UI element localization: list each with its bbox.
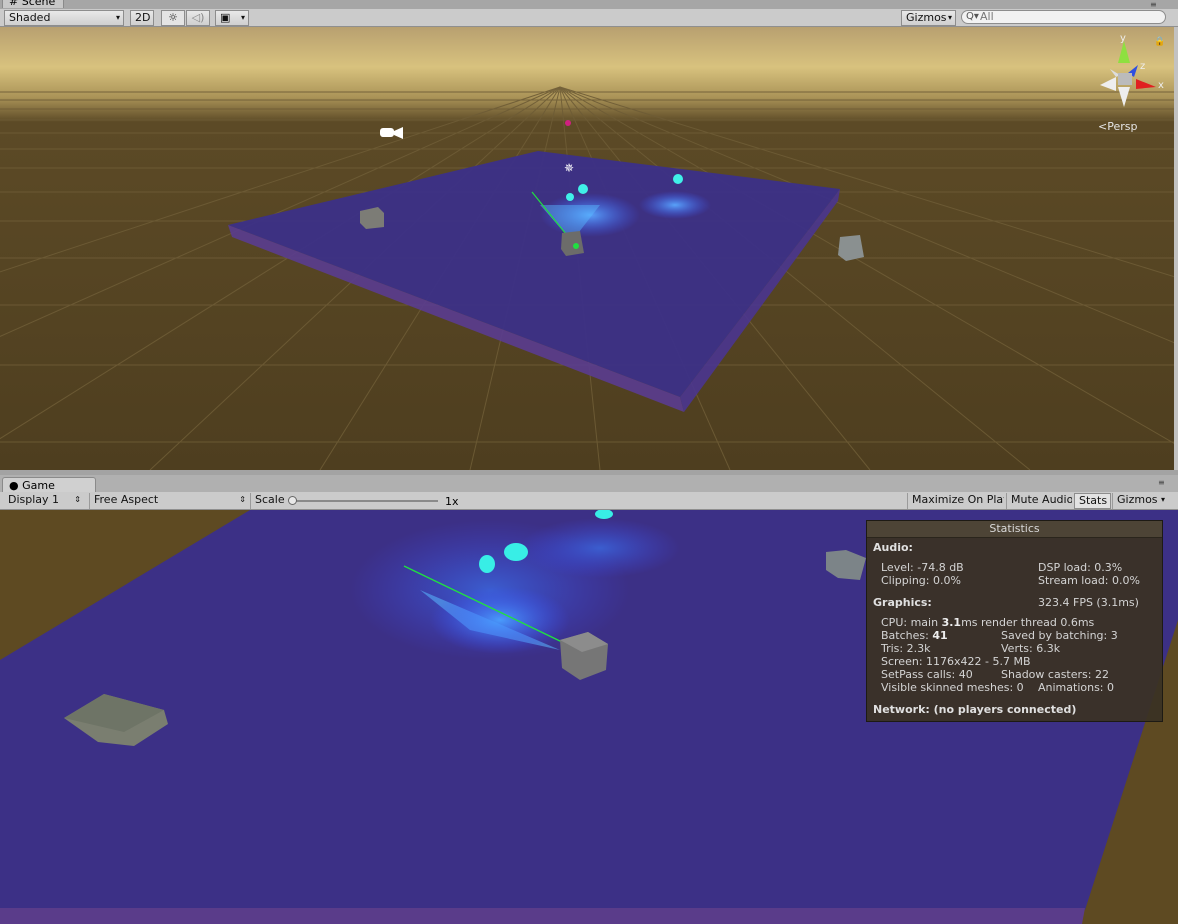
audio-header: Audio: — [873, 541, 913, 554]
game-controller-icon: ● — [9, 479, 19, 492]
animations-count: Animations: 0 — [1038, 681, 1115, 694]
scene-gizmos-dropdown[interactable]: Gizmos ▾ — [901, 10, 956, 26]
cpu-readout: CPU: main 3.1ms render thread 0.6ms — [881, 616, 1094, 629]
player-cube — [561, 231, 584, 256]
camera-gizmo — [380, 127, 403, 139]
persp-label: Persp — [1107, 120, 1138, 133]
setpass-calls: SetPass calls: 40 — [881, 668, 973, 681]
scene-3d-render: ✵ — [0, 86, 1174, 470]
game-floor-edge — [0, 908, 1085, 924]
axis-x-label: x — [1158, 80, 1164, 91]
sun-icon: ☼ — [168, 11, 178, 24]
statistics-title: Statistics — [867, 521, 1162, 538]
visible-skinned-meshes: Visible skinned meshes: 0 — [881, 681, 1024, 694]
audio-level: Level: -74.8 dB — [881, 561, 964, 574]
scene-grid-icon: # — [9, 0, 19, 8]
game-gizmos-dropdown[interactable]: Gizmos ▾ — [1112, 493, 1168, 509]
scene-tab-strip — [0, 0, 1178, 9]
cpu-main-value: 3.1 — [941, 616, 962, 629]
chevron-left-icon: < — [1098, 120, 1108, 133]
scene-search-placeholder: All — [980, 10, 994, 23]
light-glow-2 — [639, 191, 711, 219]
tab-game[interactable]: ● Game — [2, 477, 96, 492]
scale-label: Scale — [250, 493, 290, 509]
scene-lighting-button[interactable]: ☼ — [161, 10, 185, 26]
game-gizmos-label: Gizmos — [1117, 493, 1158, 506]
axis-y-label: y — [1120, 33, 1126, 44]
scene-audio-button[interactable]: ◁) — [186, 10, 210, 26]
persp-toggle[interactable]: <Persp — [1098, 120, 1137, 133]
dsp-load: DSP load: 0.3% — [1038, 561, 1123, 574]
scene-search-input[interactable]: Q▾ All — [961, 10, 1166, 24]
image-icon: ▣ — [220, 11, 231, 24]
scene-effects-button[interactable]: ▣ ▾ — [215, 10, 249, 26]
shadow-casters: Shadow casters: 22 — [1001, 668, 1109, 681]
game-tab-strip — [0, 475, 1178, 492]
game-light-area-2 — [520, 518, 680, 578]
scene-viewport[interactable]: ✵ y z x 🔒 <Persp — [0, 27, 1174, 470]
mute-audio-toggle[interactable]: Mute Audio — [1006, 493, 1072, 509]
chevron-updown-icon: ⇕ — [74, 495, 81, 504]
screen-info: Screen: 1176x422 - 5.7 MB — [881, 655, 1031, 668]
cpu-prefix: CPU: main — [881, 616, 942, 629]
tab-scene-label: Scene — [21, 0, 56, 8]
aspect-dropdown[interactable]: Free Aspect ⇕ — [89, 493, 249, 509]
audio-clipping: Clipping: 0.0% — [881, 574, 961, 587]
panel-menu-icon[interactable]: ≡ — [1150, 0, 1157, 9]
scale-value: 1x — [445, 495, 459, 508]
verts-count: Verts: 6.3k — [1001, 642, 1061, 655]
aspect-value: Free Aspect — [94, 493, 159, 506]
batches-readout: Batches: 41 — [881, 629, 948, 642]
fps-readout: 323.4 FPS (3.1ms) — [1038, 596, 1139, 609]
chevron-updown-icon: ⇕ — [239, 495, 246, 504]
network-status: Network: (no players connected) — [873, 703, 1077, 716]
tab-game-label: Game — [22, 479, 55, 492]
light-gizmo: ✵ — [564, 161, 574, 175]
cube-right — [838, 235, 864, 261]
speaker-icon: ◁) — [191, 11, 205, 24]
statistics-panel: Statistics Audio: Level: -74.8 dB DSP lo… — [866, 520, 1163, 722]
batches-value: 41 — [932, 629, 948, 642]
target-gizmo — [565, 120, 571, 126]
chevron-down-icon: ▾ — [1160, 495, 1165, 504]
scene-gizmos-label: Gizmos — [906, 11, 947, 24]
tab-scene[interactable]: # Scene — [2, 0, 64, 8]
cpu-suffix: ms render thread 0.6ms — [961, 616, 1095, 629]
display-dropdown[interactable]: Display 1 ⇕ — [4, 493, 84, 509]
search-icon: Q▾ — [966, 11, 979, 22]
cube-left — [360, 207, 384, 229]
game-toolbar: Display 1 ⇕ Free Aspect ⇕ Scale 1x Maxim… — [0, 492, 1178, 510]
scene-toolbar: Shaded ▾ 2D ☼ ◁) ▣ ▾ Gizmos ▾ Q▾ All — [0, 9, 1178, 27]
floor-plane — [228, 151, 840, 397]
stats-toggle[interactable]: Stats — [1074, 493, 1111, 509]
lock-icon[interactable]: 🔒 — [1154, 37, 1165, 47]
tris-count: Tris: 2.3k — [881, 642, 931, 655]
game-light-glow — [430, 586, 570, 654]
game-panel-menu-icon[interactable]: ≡ — [1158, 478, 1165, 487]
chevron-down-icon: ▾ — [115, 13, 120, 22]
axis-z-label: z — [1140, 61, 1146, 72]
scale-slider[interactable] — [288, 496, 438, 505]
chevron-down-icon: ▾ — [947, 13, 952, 22]
saved-by-batching: Saved by batching: 3 — [1001, 629, 1118, 642]
batches-prefix: Batches: — [881, 629, 933, 642]
toggle-2d-button[interactable]: 2D — [130, 10, 154, 26]
scale-slider-thumb[interactable] — [288, 496, 297, 505]
stream-load: Stream load: 0.0% — [1038, 574, 1140, 587]
chevron-down-icon: ▾ — [240, 13, 245, 22]
shading-mode-value: Shaded — [9, 11, 51, 24]
shading-mode-dropdown[interactable]: Shaded ▾ — [4, 10, 124, 26]
maximize-on-play-toggle[interactable]: Maximize On Play — [907, 493, 1004, 509]
orientation-gizmo[interactable] — [1094, 35, 1164, 115]
display-value: Display 1 — [8, 493, 60, 506]
graphics-header: Graphics: — [873, 596, 932, 609]
